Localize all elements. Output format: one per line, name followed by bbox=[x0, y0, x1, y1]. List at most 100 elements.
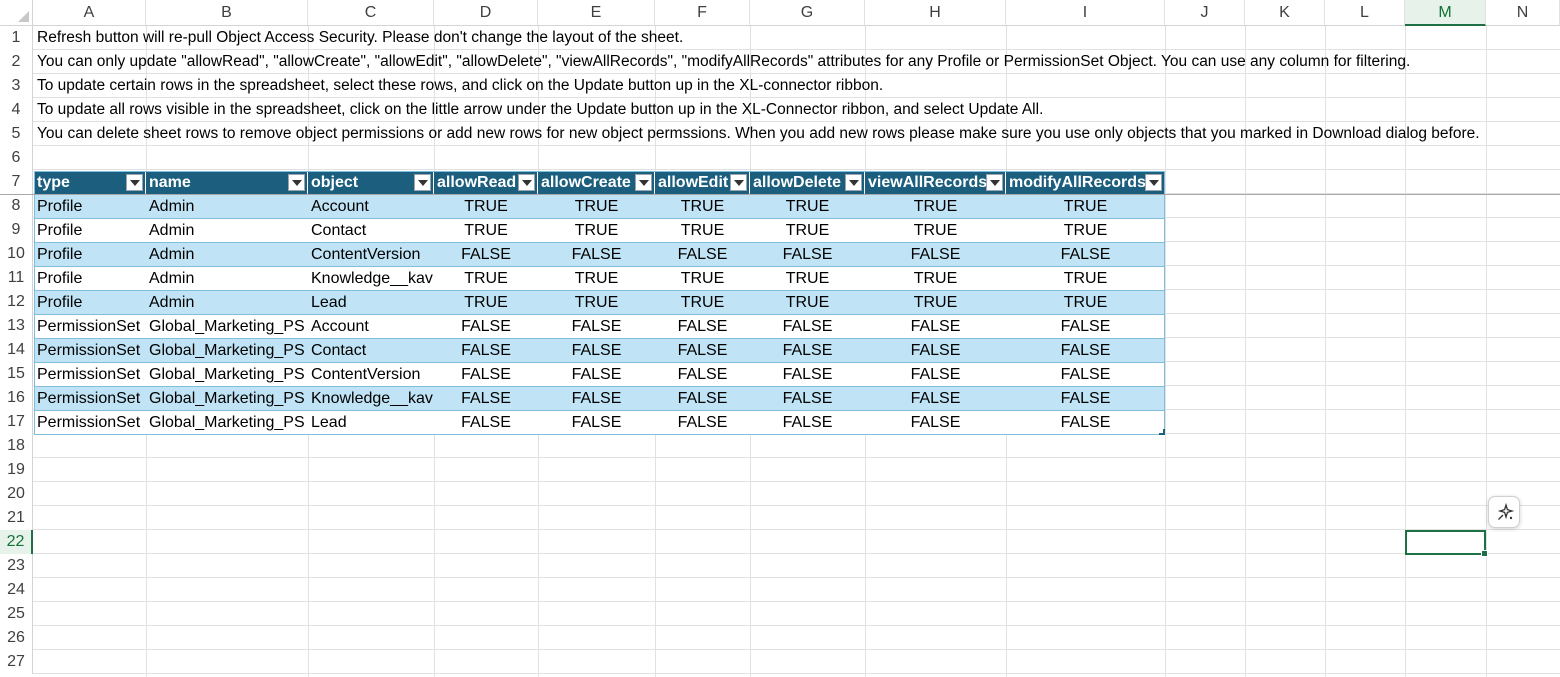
table-cell[interactable]: PermissionSet bbox=[34, 339, 146, 363]
table-cell[interactable]: Account bbox=[308, 195, 434, 219]
column-header-c[interactable]: C bbox=[308, 0, 434, 26]
row-header-5[interactable]: 5 bbox=[0, 122, 33, 146]
fill-handle[interactable] bbox=[1481, 550, 1488, 557]
column-header-a[interactable]: A bbox=[33, 0, 146, 26]
table-cell[interactable]: FALSE bbox=[865, 243, 1006, 267]
row-header-6[interactable]: 6 bbox=[0, 146, 33, 170]
table-cell[interactable]: FALSE bbox=[655, 339, 750, 363]
row-header-23[interactable]: 23 bbox=[0, 554, 33, 578]
table-cell[interactable]: Admin bbox=[146, 195, 308, 219]
table-cell[interactable]: Profile bbox=[34, 291, 146, 315]
table-cell[interactable]: FALSE bbox=[1006, 363, 1165, 387]
table-cell[interactable]: TRUE bbox=[750, 195, 865, 219]
table-cell[interactable]: FALSE bbox=[750, 363, 865, 387]
table-cell[interactable]: FALSE bbox=[538, 315, 655, 339]
instruction-note[interactable]: You can only update "allowRead", "allowC… bbox=[37, 50, 1410, 74]
table-cell[interactable]: FALSE bbox=[865, 387, 1006, 411]
filter-chevron-down-icon[interactable] bbox=[288, 174, 305, 191]
row-header-7[interactable]: 7 bbox=[0, 170, 33, 194]
spreadsheet-grid[interactable]: A B C D E F G H I J K L M N 1 2 3 4 5 6 7 8 9 10 11 12 13 14 15 16 17 1… bbox=[0, 0, 1560, 677]
table-cell[interactable]: FALSE bbox=[434, 339, 538, 363]
table-cell[interactable]: Profile bbox=[34, 267, 146, 291]
column-header-m[interactable]: M bbox=[1405, 0, 1486, 26]
row-header-18[interactable]: 18 bbox=[0, 434, 33, 458]
column-header-e[interactable]: E bbox=[538, 0, 655, 26]
table-cell[interactable]: FALSE bbox=[434, 411, 538, 435]
column-header-n[interactable]: N bbox=[1486, 0, 1560, 26]
row-header-26[interactable]: 26 bbox=[0, 626, 33, 650]
table-cell[interactable]: Profile bbox=[34, 219, 146, 243]
table-cell[interactable]: TRUE bbox=[538, 267, 655, 291]
table-cell[interactable]: FALSE bbox=[434, 243, 538, 267]
table-cell[interactable]: FALSE bbox=[538, 363, 655, 387]
table-cell[interactable]: FALSE bbox=[1006, 339, 1165, 363]
row-header-25[interactable]: 25 bbox=[0, 602, 33, 626]
row-header-17[interactable]: 17 bbox=[0, 410, 33, 434]
table-cell[interactable]: TRUE bbox=[865, 291, 1006, 315]
table-cell[interactable]: FALSE bbox=[655, 315, 750, 339]
row-header-8[interactable]: 8 bbox=[0, 194, 33, 218]
table-cell[interactable]: Global_Marketing_PS bbox=[146, 411, 308, 435]
table-cell[interactable]: FALSE bbox=[655, 363, 750, 387]
table-cell[interactable]: Lead bbox=[308, 291, 434, 315]
column-header-i[interactable]: I bbox=[1006, 0, 1165, 26]
table-cell[interactable]: TRUE bbox=[1006, 267, 1165, 291]
instruction-note[interactable]: To update certain rows in the spreadshee… bbox=[37, 74, 883, 98]
row-header-24[interactable]: 24 bbox=[0, 578, 33, 602]
table-cell[interactable]: Admin bbox=[146, 291, 308, 315]
table-cell[interactable]: FALSE bbox=[750, 315, 865, 339]
table-cell[interactable]: FALSE bbox=[750, 411, 865, 435]
table-cell[interactable]: TRUE bbox=[750, 219, 865, 243]
table-resize-handle-icon[interactable] bbox=[1159, 429, 1165, 435]
table-cell[interactable]: TRUE bbox=[538, 195, 655, 219]
table-cell[interactable]: Knowledge__kav bbox=[308, 267, 434, 291]
table-cell[interactable]: TRUE bbox=[655, 291, 750, 315]
row-header-16[interactable]: 16 bbox=[0, 386, 33, 410]
column-header-f[interactable]: F bbox=[655, 0, 750, 26]
table-cell[interactable]: FALSE bbox=[865, 411, 1006, 435]
instruction-note[interactable]: To update all rows visible in the spread… bbox=[37, 98, 1043, 122]
table-cell[interactable]: TRUE bbox=[865, 219, 1006, 243]
table-cell[interactable]: PermissionSet bbox=[34, 363, 146, 387]
table-cell[interactable]: FALSE bbox=[750, 243, 865, 267]
table-cell[interactable]: FALSE bbox=[1006, 411, 1165, 435]
table-cell[interactable]: FALSE bbox=[865, 315, 1006, 339]
row-header-22[interactable]: 22 bbox=[0, 530, 33, 554]
select-all-corner[interactable] bbox=[0, 0, 33, 26]
table-cell[interactable]: FALSE bbox=[538, 339, 655, 363]
table-cell[interactable]: FALSE bbox=[865, 339, 1006, 363]
column-header-j[interactable]: J bbox=[1165, 0, 1245, 26]
table-cell[interactable]: TRUE bbox=[750, 291, 865, 315]
row-header-13[interactable]: 13 bbox=[0, 314, 33, 338]
filter-chevron-down-icon[interactable] bbox=[1145, 174, 1162, 191]
table-header-modifyallrecords[interactable]: modifyAllRecords bbox=[1006, 171, 1164, 195]
table-cell[interactable]: TRUE bbox=[538, 291, 655, 315]
table-cell[interactable]: PermissionSet bbox=[34, 315, 146, 339]
table-cell[interactable]: Account bbox=[308, 315, 434, 339]
filter-chevron-down-icon[interactable] bbox=[635, 174, 652, 191]
table-cell[interactable]: TRUE bbox=[1006, 195, 1165, 219]
table-cell[interactable]: Global_Marketing_PS bbox=[146, 387, 308, 411]
row-header-20[interactable]: 20 bbox=[0, 482, 33, 506]
copilot-sparkle-button[interactable] bbox=[1488, 496, 1520, 528]
table-cell[interactable]: FALSE bbox=[434, 363, 538, 387]
table-cell[interactable]: FALSE bbox=[434, 387, 538, 411]
column-header-h[interactable]: H bbox=[865, 0, 1006, 26]
table-cell[interactable]: Admin bbox=[146, 243, 308, 267]
table-cell[interactable]: TRUE bbox=[1006, 219, 1165, 243]
table-cell[interactable]: Profile bbox=[34, 195, 146, 219]
table-cell[interactable]: Contact bbox=[308, 219, 434, 243]
table-cell[interactable]: FALSE bbox=[655, 411, 750, 435]
table-cell[interactable]: Admin bbox=[146, 267, 308, 291]
row-header-11[interactable]: 11 bbox=[0, 266, 33, 290]
row-header-10[interactable]: 10 bbox=[0, 242, 33, 266]
table-cell[interactable]: TRUE bbox=[655, 219, 750, 243]
row-header-27[interactable]: 27 bbox=[0, 650, 33, 674]
column-header-l[interactable]: L bbox=[1325, 0, 1405, 26]
table-cell[interactable]: FALSE bbox=[655, 387, 750, 411]
table-cell[interactable]: TRUE bbox=[434, 291, 538, 315]
instruction-note[interactable]: You can delete sheet rows to remove obje… bbox=[37, 122, 1480, 146]
row-header-15[interactable]: 15 bbox=[0, 362, 33, 386]
table-cell[interactable]: ContentVersion bbox=[308, 363, 434, 387]
column-header-k[interactable]: K bbox=[1245, 0, 1325, 26]
